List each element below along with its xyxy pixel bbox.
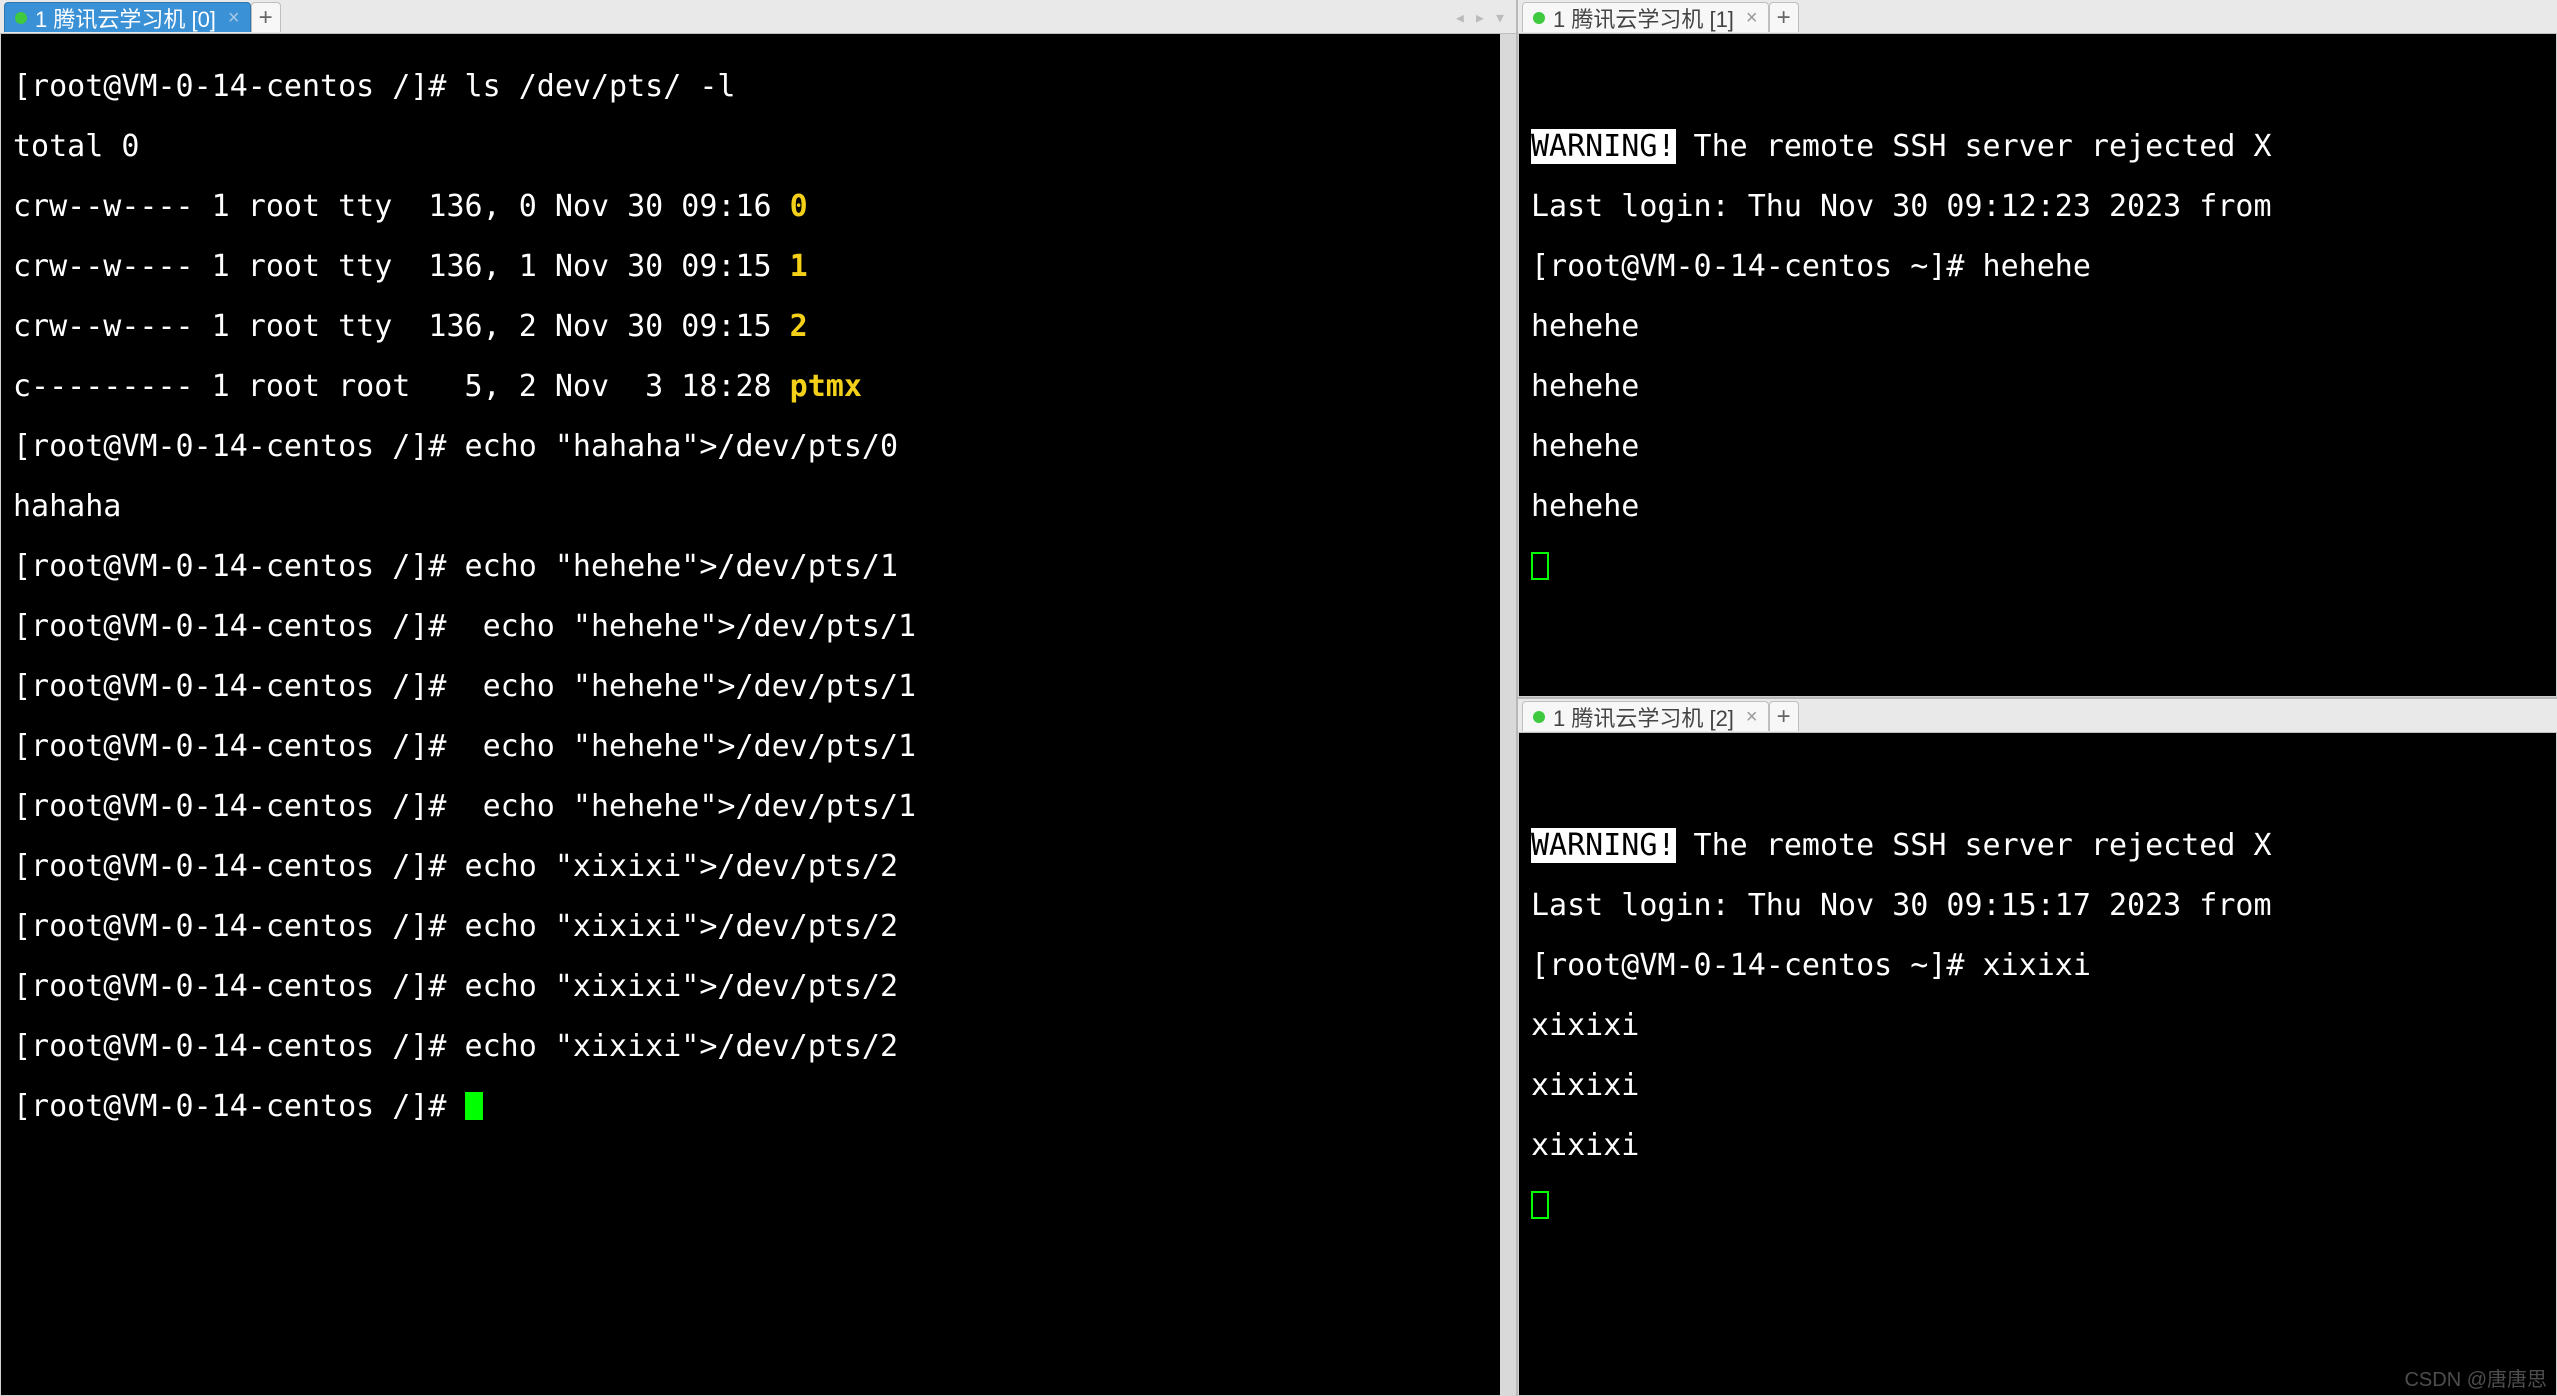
cursor-icon <box>465 1092 483 1120</box>
close-icon[interactable]: × <box>228 8 240 28</box>
tab-session-2[interactable]: 1 腾讯云学习机 [2] × <box>1522 701 1769 731</box>
status-dot-icon <box>1533 12 1545 24</box>
pane-right: 1 腾讯云学习机 [1] × + WARNING! The remote SSH… <box>1518 0 2557 1396</box>
close-icon[interactable]: × <box>1746 8 1758 28</box>
tabbar-left: 1 腾讯云学习机 [0] × + ◂ ▸ ▾ <box>0 0 1516 34</box>
close-icon[interactable]: × <box>1746 707 1758 727</box>
status-dot-icon <box>15 12 27 24</box>
cursor-icon <box>1531 552 1549 580</box>
tab-nav: ◂ ▸ ▾ <box>1444 0 1516 33</box>
terminal-1[interactable]: WARNING! The remote SSH server rejected … <box>1518 34 2557 697</box>
pane-right-bottom: 1 腾讯云学习机 [2] × + WARNING! The remote SSH… <box>1518 699 2557 1396</box>
new-tab-button[interactable]: + <box>1769 701 1799 731</box>
tab-label: 1 腾讯云学习机 [1] <box>1553 2 1734 34</box>
tab-label: 1 腾讯云学习机 [0] <box>35 2 216 34</box>
pane-left: 1 腾讯云学习机 [0] × + ◂ ▸ ▾ [root@VM-0-14-cen… <box>0 0 1518 1396</box>
terminal-0[interactable]: [root@VM-0-14-centos /]# ls /dev/pts/ -l… <box>0 34 1516 1396</box>
chevron-left-icon[interactable]: ◂ <box>1454 5 1466 29</box>
tabbar-right-top: 1 腾讯云学习机 [1] × + <box>1518 0 2557 34</box>
chevron-right-icon[interactable]: ▸ <box>1474 5 1486 29</box>
status-dot-icon <box>1533 711 1545 723</box>
tab-session-0[interactable]: 1 腾讯云学习机 [0] × <box>4 2 251 32</box>
terminal-2[interactable]: WARNING! The remote SSH server rejected … <box>1518 733 2557 1396</box>
tab-label: 1 腾讯云学习机 [2] <box>1553 701 1734 733</box>
tabbar-right-bottom: 1 腾讯云学习机 [2] × + <box>1518 699 2557 733</box>
chevron-down-icon[interactable]: ▾ <box>1494 5 1506 29</box>
scrollbar-track[interactable] <box>1500 34 1516 1396</box>
cursor-icon <box>1531 1191 1549 1219</box>
watermark: CSDN @唐唐思 <box>2404 1363 2547 1392</box>
pane-right-top: 1 腾讯云学习机 [1] × + WARNING! The remote SSH… <box>1518 0 2557 699</box>
tab-session-1[interactable]: 1 腾讯云学习机 [1] × <box>1522 2 1769 32</box>
new-tab-button[interactable]: + <box>1769 2 1799 32</box>
app-root: 1 腾讯云学习机 [0] × + ◂ ▸ ▾ [root@VM-0-14-cen… <box>0 0 2557 1396</box>
new-tab-button[interactable]: + <box>251 2 281 32</box>
